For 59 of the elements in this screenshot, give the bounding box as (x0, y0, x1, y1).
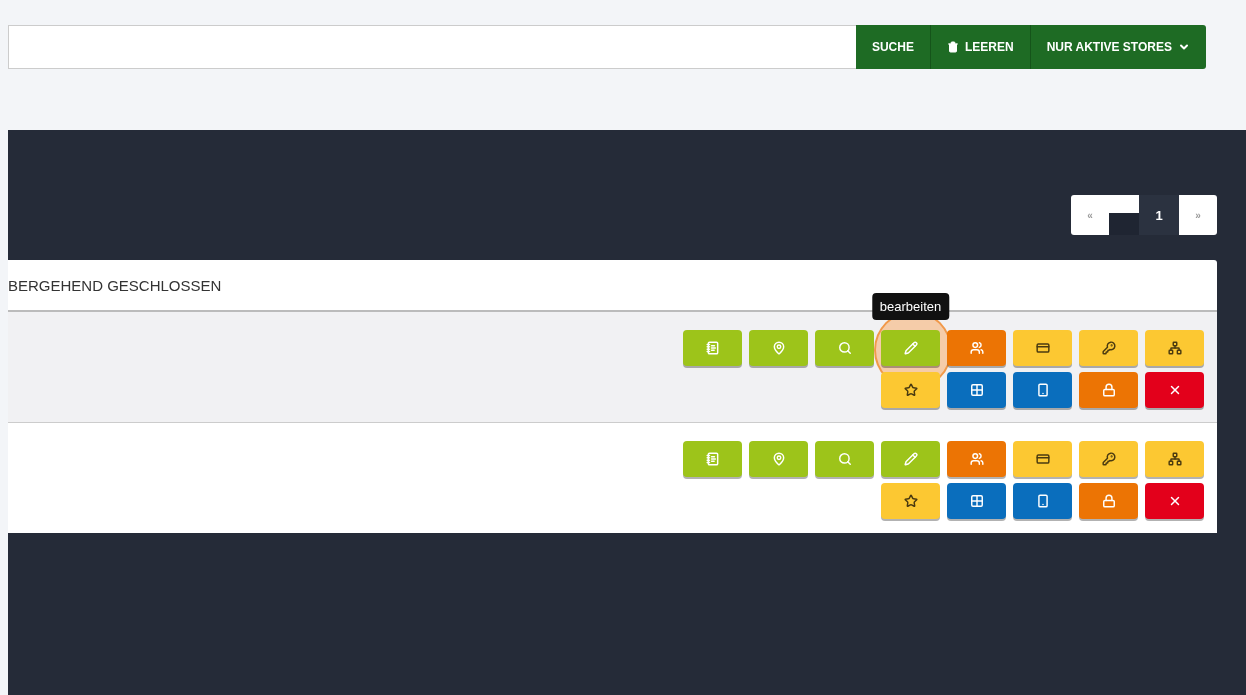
clear-button[interactable]: LEEREN (929, 25, 1030, 69)
search-icon (837, 452, 852, 466)
star-button[interactable] (881, 372, 940, 408)
notes-button[interactable] (683, 441, 742, 477)
map-pin-icon (771, 341, 786, 355)
search-button[interactable] (815, 441, 874, 477)
store-filter-dropdown[interactable]: NUR AKTIVE STORES (1029, 25, 1206, 69)
card-button[interactable] (1013, 441, 1072, 477)
search-field[interactable] (8, 25, 856, 69)
trash-icon (946, 41, 959, 53)
key-icon (1101, 452, 1116, 466)
tooltip: bearbeiten (871, 293, 950, 320)
notebook-icon (705, 341, 720, 355)
key-icon (1101, 341, 1116, 355)
lock-button[interactable] (1079, 372, 1138, 408)
users-button[interactable] (947, 441, 1006, 477)
users-button[interactable] (947, 330, 1006, 366)
hierarchy-icon (1167, 452, 1182, 466)
grid-icon (969, 494, 984, 508)
notes-button[interactable] (683, 330, 742, 366)
credit-card-icon (1035, 452, 1050, 466)
phone-button[interactable] (1013, 483, 1072, 519)
key-button[interactable] (1079, 441, 1138, 477)
credit-card-icon (1035, 341, 1050, 355)
users-icon (969, 341, 984, 355)
location-button[interactable] (749, 441, 808, 477)
location-button[interactable] (749, 330, 808, 366)
padlock-icon (1101, 383, 1116, 397)
page-link[interactable]: 1 (1139, 195, 1179, 235)
tree-button[interactable] (1145, 441, 1204, 477)
search-icon (837, 341, 852, 355)
map-pin-icon (771, 452, 786, 466)
grid-button[interactable] (947, 372, 1006, 408)
star-icon (903, 383, 918, 397)
lock-button[interactable] (1079, 483, 1138, 519)
pencil-icon (903, 452, 918, 466)
star-button[interactable] (881, 483, 940, 519)
search-button[interactable] (815, 330, 874, 366)
users-icon (969, 452, 984, 466)
edit-button[interactable] (881, 441, 940, 477)
smartphone-icon (1035, 383, 1050, 397)
phone-button[interactable] (1013, 372, 1072, 408)
smartphone-icon (1035, 494, 1050, 508)
tree-button[interactable] (1145, 330, 1204, 366)
delete-button[interactable] (1145, 372, 1204, 408)
star-icon (903, 494, 918, 508)
key-button[interactable] (1079, 330, 1138, 366)
grid-icon (969, 383, 984, 397)
grid-button[interactable] (947, 483, 1006, 519)
edit-button[interactable] (881, 330, 940, 366)
delete-button[interactable] (1145, 483, 1204, 519)
column-header: BERGEHEND GESCHLOSSEN (8, 276, 222, 294)
page-link[interactable] (1109, 195, 1139, 235)
search-button[interactable]: SUCHE (855, 25, 930, 69)
card-button[interactable] (1013, 330, 1072, 366)
pencil-icon (903, 341, 918, 355)
hierarchy-icon (1167, 341, 1182, 355)
padlock-icon (1101, 494, 1116, 508)
notebook-icon (705, 452, 720, 466)
